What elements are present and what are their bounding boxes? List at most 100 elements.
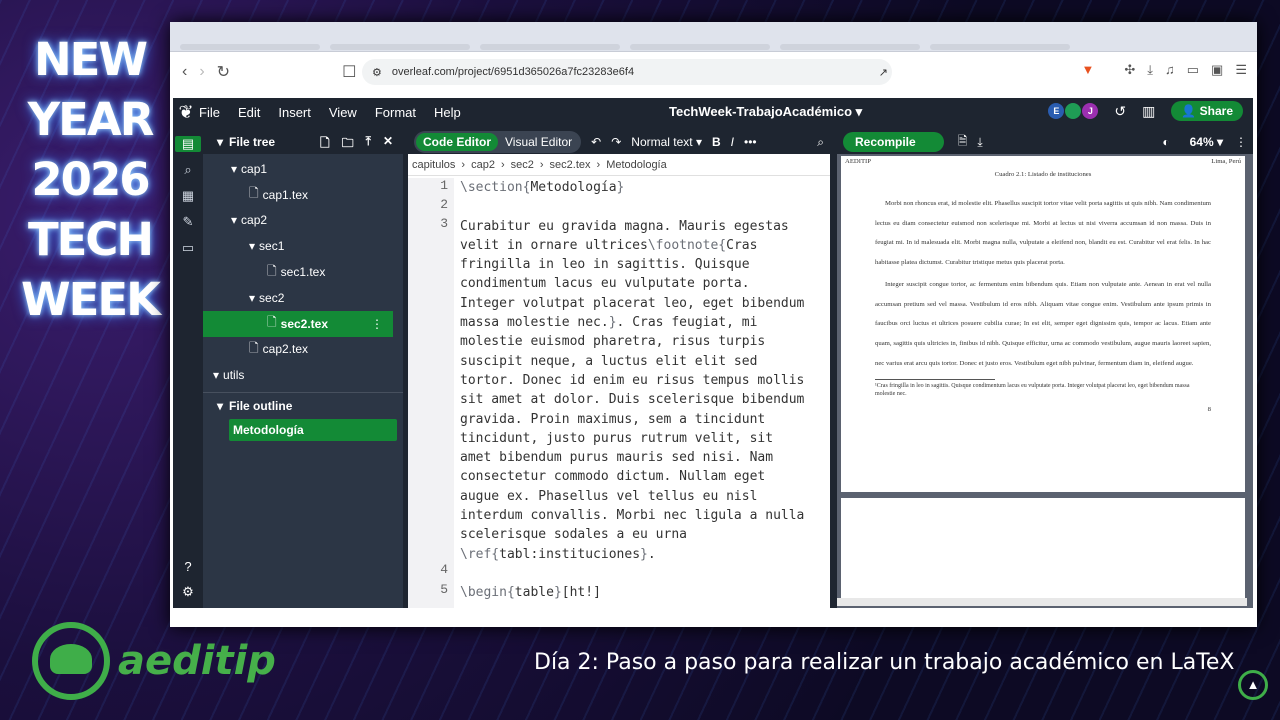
file-item[interactable]: 🗋 cap1.tex <box>203 182 393 208</box>
file-menu-icon[interactable]: ⋮ <box>371 317 383 331</box>
file-tree-icon[interactable]: ▤ <box>175 136 201 152</box>
search-icon[interactable]: ⌕ <box>184 162 191 178</box>
file-tree-label: sec1 <box>259 239 285 254</box>
site-info-icon[interactable]: ⚙ <box>372 66 382 79</box>
upload-icon[interactable]: ⤒ <box>366 134 371 155</box>
more-icon[interactable]: ⋮ <box>1235 135 1247 149</box>
code-editor-toggle[interactable]: Code Editor <box>416 133 498 151</box>
file-tree-label: utils <box>223 368 245 383</box>
url-bar[interactable]: ⚙ overleaf.com/project/6951d365026a7fc23… <box>362 59 892 85</box>
overleaf-logo-icon[interactable]: ❦ <box>173 102 199 123</box>
back-icon[interactable]: ‹ <box>182 63 187 81</box>
code-editor-panel: Code Editor Visual Editor ↶ ↷ Normal tex… <box>408 130 830 608</box>
video-subtitle: Día 2: Paso a paso para realizar un trab… <box>534 650 1235 675</box>
layout-icon[interactable]: ▥ <box>1142 103 1155 120</box>
browser-window: ‹ › ↻ ☐ ⚙ overleaf.com/project/6951d3650… <box>170 22 1257 627</box>
puzzle-icon[interactable]: ✣ <box>1124 62 1135 78</box>
new-file-icon[interactable]: 🗋 <box>320 134 330 155</box>
menu-format[interactable]: Format <box>375 105 416 120</box>
italic-icon[interactable]: I <box>731 135 734 149</box>
browser-extensions: ▼ ✣ ⤓ ♫ ▭ ▣ ☰ <box>1081 62 1247 78</box>
share-button[interactable]: 👤 Share <box>1171 101 1243 121</box>
file-item[interactable]: 🗋 sec2.tex ⋮ <box>203 310 393 337</box>
menu-help[interactable]: Help <box>434 105 461 120</box>
graduation-cap-icon: ▲ <box>1238 670 1268 700</box>
contrast-icon[interactable]: ◐ <box>1162 135 1169 149</box>
overleaf-app: ❦ File Edit Insert View Format Help Tech… <box>173 98 1253 608</box>
folder-item[interactable]: ▾ utils <box>203 362 393 388</box>
settings-icon[interactable]: ⚙ <box>182 584 194 600</box>
close-icon[interactable]: ✕ <box>383 134 393 155</box>
folder-item[interactable]: ▾ cap1 <box>203 156 393 182</box>
menu-bar: ❦ File Edit Insert View Format Help Tech… <box>173 98 1253 126</box>
brave-shield-icon[interactable]: ▼ <box>1081 62 1094 78</box>
code-text[interactable]: \section{Metodología} Curabitur eu gravi… <box>460 178 820 608</box>
file-item[interactable]: 🗋 sec1.tex <box>203 259 393 285</box>
music-icon[interactable]: ♫ <box>1165 62 1175 78</box>
undo-icon[interactable]: ↶ <box>591 135 601 149</box>
file-outline-header[interactable]: ▾ File outline <box>203 393 403 419</box>
pdf-paragraph: Morbi non rhoncus erat, id molestie elit… <box>875 200 1211 267</box>
bookmark-icon[interactable]: ☐ <box>342 62 356 82</box>
file-tree-panel: ▾ File tree 🗋 🗀 ⤒ ✕ ▾ cap1 🗋 cap1.tex ▾ cap2 ▾… <box>203 130 403 608</box>
search-icon[interactable]: ⌕ <box>817 135 824 150</box>
collaborator-avatar[interactable]: E <box>1048 103 1065 119</box>
file-icon: 🗋 <box>249 340 259 355</box>
chevron-down-icon: ▾ <box>249 239 256 254</box>
project-title[interactable]: TechWeek-TrabajoAcadémico ▾ <box>669 104 862 120</box>
line-numbers: 1 2 3 4 5 <box>408 178 454 608</box>
logs-icon[interactable]: 🗎 <box>958 132 968 153</box>
chat-icon[interactable]: ▭ <box>182 240 194 256</box>
browser-tabs <box>170 22 1257 52</box>
help-icon[interactable]: ? <box>184 559 191 574</box>
chevron-down-icon: ▾ <box>231 161 238 176</box>
menu-insert[interactable]: Insert <box>278 105 311 120</box>
menu-icon[interactable]: ☰ <box>1235 62 1247 78</box>
sidebar-icon[interactable]: ▭ <box>1187 62 1199 78</box>
breadcrumb-item: Metodología <box>606 158 667 171</box>
download-pdf-icon[interactable]: ⤓ <box>977 135 982 150</box>
chevron-down-icon[interactable]: ▾ <box>217 135 223 149</box>
file-outline: ▾ File outline Metodología <box>203 392 403 608</box>
collaborator-avatar[interactable]: J <box>1082 103 1099 119</box>
top-actions: EJ ↺ ▥ 👤 Share <box>1048 101 1243 121</box>
review-icon[interactable]: ✎ <box>183 214 194 230</box>
url-text: overleaf.com/project/6951d365026a7fc2328… <box>391 66 635 78</box>
bold-icon[interactable]: B <box>712 135 721 149</box>
wallet-icon[interactable]: ▣ <box>1211 62 1223 78</box>
visual-editor-toggle[interactable]: Visual Editor <box>498 133 579 151</box>
outline-item-metodologia[interactable]: Metodología <box>229 419 397 441</box>
collaborators: EJ <box>1048 103 1099 119</box>
file-item[interactable]: 🗋 cap2.tex <box>203 337 393 363</box>
recompile-button[interactable]: Recompile <box>843 132 944 152</box>
editor-toolbar: Code Editor Visual Editor ↶ ↷ Normal tex… <box>408 130 830 154</box>
pdf-header-left: AEDITIP <box>845 158 872 165</box>
folder-item[interactable]: ▾ cap2 <box>203 208 393 234</box>
graduation-cap-icon <box>32 622 110 700</box>
file-tree-label: cap2 <box>241 213 268 228</box>
new-folder-icon[interactable]: 🗀 <box>342 134 354 155</box>
redo-icon[interactable]: ↷ <box>611 135 621 149</box>
collaborator-avatar[interactable] <box>1065 103 1082 119</box>
reload-icon[interactable]: ↻ <box>217 62 230 82</box>
folder-item[interactable]: ▾ sec1 <box>203 233 393 259</box>
menu-view[interactable]: View <box>329 105 357 120</box>
folder-item[interactable]: ▾ sec2 <box>203 285 393 311</box>
download-icon[interactable]: ⤓ <box>1147 62 1153 78</box>
pdf-page: AEDITIP Lima, Perú Cuadro 2.1: Listado d… <box>841 156 1245 492</box>
more-icon[interactable]: ••• <box>744 135 757 149</box>
share-page-icon[interactable]: ↗ <box>879 66 888 79</box>
pdf-paragraph: Integer suscipit congue tortor, ac ferme… <box>875 280 1211 367</box>
forward-icon[interactable]: › <box>199 63 204 81</box>
banner-line: TECH <box>27 213 154 266</box>
integrations-icon[interactable]: ▦ <box>182 188 194 204</box>
history-icon[interactable]: ↺ <box>1114 103 1126 120</box>
menu-edit[interactable]: Edit <box>238 105 260 120</box>
file-tree-label: cap1 <box>241 161 268 176</box>
text-style-select[interactable]: Normal text ▾ <box>631 135 702 149</box>
zoom-select[interactable]: 64% ▾ <box>1190 135 1223 149</box>
file-tree-title: File tree <box>229 135 276 149</box>
chevron-down-icon: ▾ <box>249 290 256 305</box>
menu-file[interactable]: File <box>199 105 220 120</box>
pdf-horizontal-scrollbar[interactable] <box>837 598 1247 606</box>
